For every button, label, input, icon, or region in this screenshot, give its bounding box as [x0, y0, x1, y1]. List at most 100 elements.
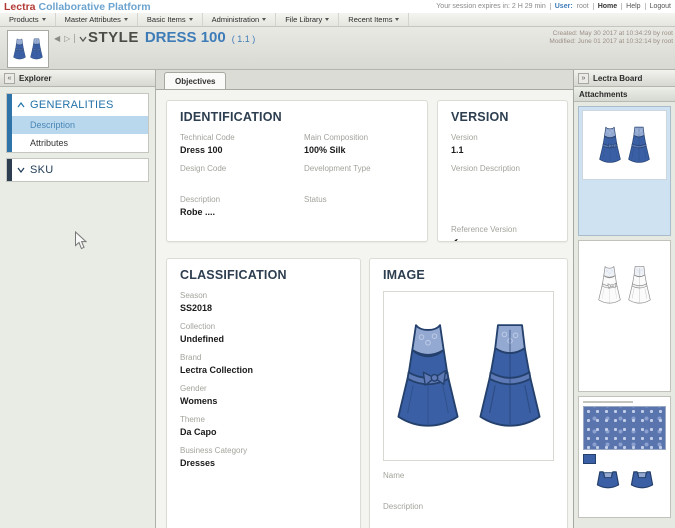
field-label: Business Category [180, 446, 347, 455]
reference-version-checkmark: ✔ [451, 237, 554, 242]
classification-card: CLASSIFICATION Season SS2018 Collection … [166, 258, 361, 528]
prev-record-icon[interactable]: ◀ [54, 34, 60, 43]
style-version-badge: ( 1.1 ) [232, 34, 256, 44]
color-swatch [583, 454, 596, 464]
menu-label: Products [9, 15, 39, 24]
lectra-board-panel: » Lectra Board Attachments [573, 70, 675, 528]
field-label: Reference Version [451, 225, 554, 234]
explorer-header: « Explorer [0, 70, 155, 87]
help-link[interactable]: Help [626, 3, 640, 10]
divider [645, 3, 646, 10]
field-label: Development Type [304, 164, 414, 173]
attachment-fabric-sheet[interactable] [578, 396, 671, 518]
field-value [180, 176, 290, 187]
menu-item-recent-items[interactable]: Recent Items [339, 13, 409, 26]
board-title: Lectra Board [593, 74, 642, 83]
tab-strip: Objectives [156, 70, 573, 90]
group-accent-bar [7, 94, 12, 152]
field-value: Dress 100 [180, 145, 290, 156]
style-thumbnail[interactable] [7, 30, 49, 68]
chevron-down-icon [42, 18, 46, 21]
dress-back-lineart-thumb [626, 263, 653, 307]
main-area: « Explorer GENERALITIES Description Attr… [0, 70, 675, 528]
card-title: IMAGE [383, 268, 554, 282]
field-value [304, 207, 414, 218]
expand-panel-icon[interactable]: » [578, 73, 589, 84]
field-main-composition: Main Composition 100% Silk [304, 133, 414, 156]
chevron-down-icon [262, 18, 266, 21]
field-image-description: Description [383, 502, 554, 525]
tree-item-label: Description [30, 120, 75, 130]
field-value [451, 176, 554, 187]
attachment-preview [582, 110, 667, 180]
divider [593, 3, 594, 10]
version-card: VERSION Version 1.1 Version Description … [437, 100, 568, 242]
attachments-list [574, 102, 675, 518]
menu-label: File Library [285, 15, 322, 24]
menu-item-basic-items[interactable]: Basic Items [138, 13, 203, 26]
tree-item-attributes[interactable]: Attributes [12, 134, 148, 152]
field-business-category: Business Category Dresses [180, 446, 347, 469]
attachment-color-sketch[interactable] [578, 106, 671, 236]
chevron-down-icon [395, 18, 399, 21]
menu-item-master-attributes[interactable]: Master Attributes [56, 13, 138, 26]
logout-link[interactable]: Logout [650, 3, 671, 10]
attachment-line-sketch[interactable] [578, 240, 671, 392]
field-value: Womens [180, 396, 347, 407]
explorer-tree: GENERALITIES Description Attributes SKU [6, 93, 149, 182]
attachment-preview [579, 241, 670, 325]
field-value [383, 514, 554, 525]
chevron-down-icon [325, 18, 329, 21]
dress-back-image [473, 320, 547, 432]
bodice-previews [583, 469, 666, 491]
expand-chevron-icon[interactable] [79, 36, 87, 42]
dress-front-icon [12, 36, 27, 62]
style-image[interactable] [383, 291, 554, 461]
card-title: VERSION [451, 110, 554, 124]
tree-group-generalities: GENERALITIES Description Attributes [6, 93, 149, 153]
menu-item-file-library[interactable]: File Library [276, 13, 339, 26]
collapse-panel-icon[interactable]: « [4, 73, 15, 84]
dress-back-icon [29, 36, 44, 62]
field-label: Description [180, 195, 290, 204]
tree-node-sku[interactable]: SKU [12, 159, 148, 181]
field-label: Version Description [451, 164, 554, 173]
tree-node-label: GENERALITIES [30, 99, 114, 111]
modified-date: Modified: June 01 2017 at 10:32:14 by ro… [549, 38, 673, 46]
group-accent-bar [7, 159, 12, 181]
tree-node-generalities[interactable]: GENERALITIES [12, 94, 148, 116]
content-area: IDENTIFICATION Technical Code Dress 100 … [156, 89, 573, 528]
menu-label: Master Attributes [65, 15, 121, 24]
menu-item-administration[interactable]: Administration [203, 13, 277, 26]
field-description: Description Robe .... [180, 195, 290, 218]
menu-item-products[interactable]: Products [0, 13, 56, 26]
field-label: Version [451, 133, 554, 142]
user-name: root [577, 3, 589, 10]
field-version-description: Version Description [451, 164, 554, 187]
field-value [304, 176, 414, 187]
tree-item-label: Attributes [30, 138, 68, 148]
board-header: » Lectra Board [574, 70, 675, 87]
home-link[interactable]: Home [598, 3, 617, 10]
divider [621, 3, 622, 10]
field-label: Design Code [180, 164, 290, 173]
field-theme: Theme Da Capo [180, 415, 347, 438]
sheet-title-bar [583, 401, 633, 403]
tree-group-sku: SKU [6, 158, 149, 182]
tab-objectives[interactable]: Objectives [164, 72, 226, 89]
brand-logo: LectraCollaborative Platform [4, 1, 151, 13]
field-value: SS2018 [180, 303, 347, 314]
fabric-pattern-swatch [583, 406, 666, 450]
attachments-header: Attachments [574, 87, 675, 102]
menubar: Products Master Attributes Basic Items A… [0, 13, 675, 27]
dress-front-image [391, 320, 465, 432]
center-area: Objectives IDENTIFICATION Technical Code… [156, 70, 573, 528]
page-title: STYLE DRESS 100 ( 1.1 ) [88, 29, 255, 46]
field-gender: Gender Womens [180, 384, 347, 407]
bodice-front-icon [595, 469, 621, 491]
style-type-label: STYLE [88, 29, 139, 46]
next-record-icon[interactable]: ▷ [64, 34, 70, 43]
field-value: Lectra Collection [180, 365, 347, 376]
field-label: Status [304, 195, 414, 204]
tree-item-description[interactable]: Description [12, 116, 148, 134]
